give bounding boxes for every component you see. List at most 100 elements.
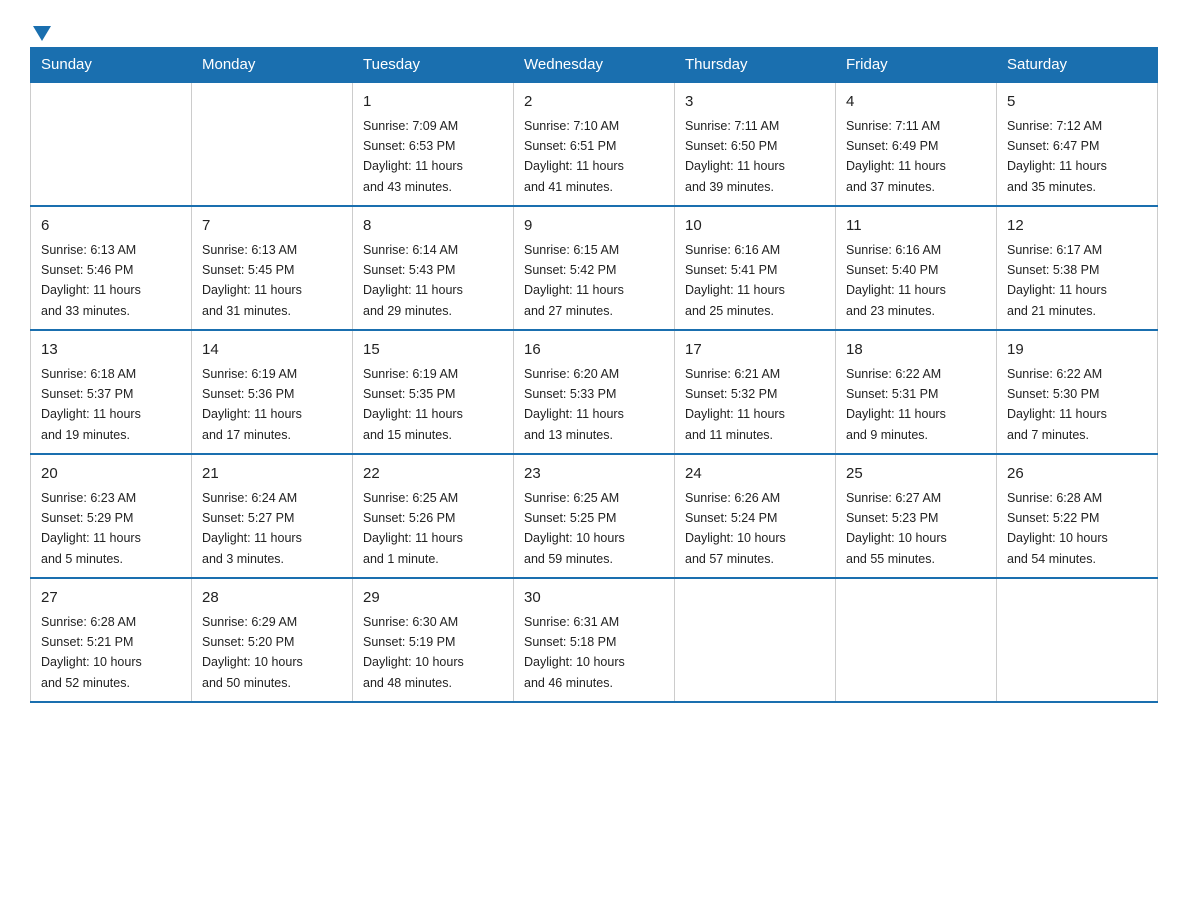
- day-info: Sunrise: 6:16 AM Sunset: 5:41 PM Dayligh…: [685, 243, 785, 318]
- day-number: 23: [524, 463, 664, 486]
- day-info: Sunrise: 7:09 AM Sunset: 6:53 PM Dayligh…: [363, 119, 463, 194]
- weekday-header-tuesday: Tuesday: [353, 48, 514, 83]
- day-number: 10: [685, 215, 825, 238]
- day-number: 25: [846, 463, 986, 486]
- calendar-cell: 22 Sunrise: 6:25 AM Sunset: 5:26 PM Dayli…: [353, 454, 514, 578]
- calendar-cell: 28 Sunrise: 6:29 AM Sunset: 5:20 PM Dayli…: [192, 578, 353, 702]
- day-info: Sunrise: 6:13 AM Sunset: 5:45 PM Dayligh…: [202, 243, 302, 318]
- calendar-cell: 9 Sunrise: 6:15 AM Sunset: 5:42 PM Daylig…: [514, 206, 675, 330]
- calendar-cell: 29 Sunrise: 6:30 AM Sunset: 5:19 PM Dayli…: [353, 578, 514, 702]
- day-info: Sunrise: 6:20 AM Sunset: 5:33 PM Dayligh…: [524, 367, 624, 442]
- calendar-table: SundayMondayTuesdayWednesdayThursdayFrid…: [30, 47, 1158, 703]
- calendar-week-1: 1 Sunrise: 7:09 AM Sunset: 6:53 PM Daylig…: [31, 82, 1158, 206]
- day-number: 29: [363, 587, 503, 610]
- day-number: 28: [202, 587, 342, 610]
- day-number: 30: [524, 587, 664, 610]
- calendar-cell: [31, 82, 192, 206]
- weekday-header-saturday: Saturday: [997, 48, 1158, 83]
- day-info: Sunrise: 6:24 AM Sunset: 5:27 PM Dayligh…: [202, 491, 302, 566]
- day-info: Sunrise: 6:22 AM Sunset: 5:30 PM Dayligh…: [1007, 367, 1107, 442]
- calendar-cell: 12 Sunrise: 6:17 AM Sunset: 5:38 PM Dayli…: [997, 206, 1158, 330]
- day-number: 17: [685, 339, 825, 362]
- calendar-week-4: 20 Sunrise: 6:23 AM Sunset: 5:29 PM Dayli…: [31, 454, 1158, 578]
- calendar-cell: 13 Sunrise: 6:18 AM Sunset: 5:37 PM Dayli…: [31, 330, 192, 454]
- day-info: Sunrise: 6:26 AM Sunset: 5:24 PM Dayligh…: [685, 491, 786, 566]
- day-number: 26: [1007, 463, 1147, 486]
- day-info: Sunrise: 6:18 AM Sunset: 5:37 PM Dayligh…: [41, 367, 141, 442]
- calendar-cell: 1 Sunrise: 7:09 AM Sunset: 6:53 PM Daylig…: [353, 82, 514, 206]
- weekday-header-sunday: Sunday: [31, 48, 192, 83]
- day-info: Sunrise: 7:10 AM Sunset: 6:51 PM Dayligh…: [524, 119, 624, 194]
- weekday-header-row: SundayMondayTuesdayWednesdayThursdayFrid…: [31, 48, 1158, 83]
- calendar-cell: [675, 578, 836, 702]
- day-number: 6: [41, 215, 181, 238]
- day-info: Sunrise: 7:11 AM Sunset: 6:49 PM Dayligh…: [846, 119, 946, 194]
- day-number: 7: [202, 215, 342, 238]
- day-number: 12: [1007, 215, 1147, 238]
- calendar-cell: 20 Sunrise: 6:23 AM Sunset: 5:29 PM Dayli…: [31, 454, 192, 578]
- day-info: Sunrise: 6:19 AM Sunset: 5:36 PM Dayligh…: [202, 367, 302, 442]
- day-info: Sunrise: 6:14 AM Sunset: 5:43 PM Dayligh…: [363, 243, 463, 318]
- day-info: Sunrise: 6:16 AM Sunset: 5:40 PM Dayligh…: [846, 243, 946, 318]
- calendar-cell: 26 Sunrise: 6:28 AM Sunset: 5:22 PM Dayli…: [997, 454, 1158, 578]
- day-info: Sunrise: 6:29 AM Sunset: 5:20 PM Dayligh…: [202, 615, 303, 690]
- day-number: 9: [524, 215, 664, 238]
- calendar-cell: 16 Sunrise: 6:20 AM Sunset: 5:33 PM Dayli…: [514, 330, 675, 454]
- calendar-week-5: 27 Sunrise: 6:28 AM Sunset: 5:21 PM Dayli…: [31, 578, 1158, 702]
- calendar-cell: 10 Sunrise: 6:16 AM Sunset: 5:41 PM Dayli…: [675, 206, 836, 330]
- day-number: 2: [524, 91, 664, 114]
- day-info: Sunrise: 6:28 AM Sunset: 5:21 PM Dayligh…: [41, 615, 142, 690]
- calendar-week-2: 6Sunrise: 6:13 AM Sunset: 5:46 PM Daylig…: [31, 206, 1158, 330]
- day-number: 15: [363, 339, 503, 362]
- day-info: Sunrise: 6:28 AM Sunset: 5:22 PM Dayligh…: [1007, 491, 1108, 566]
- calendar-cell: 7 Sunrise: 6:13 AM Sunset: 5:45 PM Daylig…: [192, 206, 353, 330]
- day-number: 22: [363, 463, 503, 486]
- weekday-header-wednesday: Wednesday: [514, 48, 675, 83]
- day-number: 13: [41, 339, 181, 362]
- calendar-week-3: 13 Sunrise: 6:18 AM Sunset: 5:37 PM Dayli…: [31, 330, 1158, 454]
- calendar-cell: 14 Sunrise: 6:19 AM Sunset: 5:36 PM Dayli…: [192, 330, 353, 454]
- day-number: 5: [1007, 91, 1147, 114]
- calendar-cell: 30 Sunrise: 6:31 AM Sunset: 5:18 PM Dayli…: [514, 578, 675, 702]
- day-number: 27: [41, 587, 181, 610]
- day-number: 14: [202, 339, 342, 362]
- calendar-cell: [836, 578, 997, 702]
- day-info: Sunrise: 6:23 AM Sunset: 5:29 PM Dayligh…: [41, 491, 141, 566]
- calendar-cell: 5Sunrise: 7:12 AM Sunset: 6:47 PM Daylig…: [997, 82, 1158, 206]
- calendar-cell: 21 Sunrise: 6:24 AM Sunset: 5:27 PM Dayli…: [192, 454, 353, 578]
- calendar-cell: 25 Sunrise: 6:27 AM Sunset: 5:23 PM Dayli…: [836, 454, 997, 578]
- calendar-cell: 18 Sunrise: 6:22 AM Sunset: 5:31 PM Dayli…: [836, 330, 997, 454]
- calendar-cell: 11 Sunrise: 6:16 AM Sunset: 5:40 PM Dayli…: [836, 206, 997, 330]
- day-number: 20: [41, 463, 181, 486]
- logo: [30, 20, 51, 37]
- calendar-cell: 2 Sunrise: 7:10 AM Sunset: 6:51 PM Daylig…: [514, 82, 675, 206]
- day-number: 11: [846, 215, 986, 238]
- day-number: 24: [685, 463, 825, 486]
- day-info: Sunrise: 6:17 AM Sunset: 5:38 PM Dayligh…: [1007, 243, 1107, 318]
- calendar-cell: [997, 578, 1158, 702]
- calendar-cell: 15 Sunrise: 6:19 AM Sunset: 5:35 PM Dayli…: [353, 330, 514, 454]
- weekday-header-friday: Friday: [836, 48, 997, 83]
- day-info: Sunrise: 6:27 AM Sunset: 5:23 PM Dayligh…: [846, 491, 947, 566]
- calendar-cell: 3Sunrise: 7:11 AM Sunset: 6:50 PM Daylig…: [675, 82, 836, 206]
- day-info: Sunrise: 6:25 AM Sunset: 5:26 PM Dayligh…: [363, 491, 463, 566]
- day-info: Sunrise: 6:15 AM Sunset: 5:42 PM Dayligh…: [524, 243, 624, 318]
- calendar-cell: 8 Sunrise: 6:14 AM Sunset: 5:43 PM Daylig…: [353, 206, 514, 330]
- day-info: Sunrise: 6:21 AM Sunset: 5:32 PM Dayligh…: [685, 367, 785, 442]
- day-number: 1: [363, 91, 503, 114]
- calendar-cell: 27 Sunrise: 6:28 AM Sunset: 5:21 PM Dayli…: [31, 578, 192, 702]
- weekday-header-thursday: Thursday: [675, 48, 836, 83]
- page-header: [30, 20, 1158, 37]
- day-info: Sunrise: 6:25 AM Sunset: 5:25 PM Dayligh…: [524, 491, 625, 566]
- day-info: Sunrise: 6:22 AM Sunset: 5:31 PM Dayligh…: [846, 367, 946, 442]
- day-info: Sunrise: 6:31 AM Sunset: 5:18 PM Dayligh…: [524, 615, 625, 690]
- day-number: 21: [202, 463, 342, 486]
- day-number: 18: [846, 339, 986, 362]
- day-info: Sunrise: 6:30 AM Sunset: 5:19 PM Dayligh…: [363, 615, 464, 690]
- calendar-cell: 17 Sunrise: 6:21 AM Sunset: 5:32 PM Dayli…: [675, 330, 836, 454]
- calendar-cell: [192, 82, 353, 206]
- day-number: 16: [524, 339, 664, 362]
- calendar-cell: 19Sunrise: 6:22 AM Sunset: 5:30 PM Dayli…: [997, 330, 1158, 454]
- day-number: 8: [363, 215, 503, 238]
- day-info: Sunrise: 6:19 AM Sunset: 5:35 PM Dayligh…: [363, 367, 463, 442]
